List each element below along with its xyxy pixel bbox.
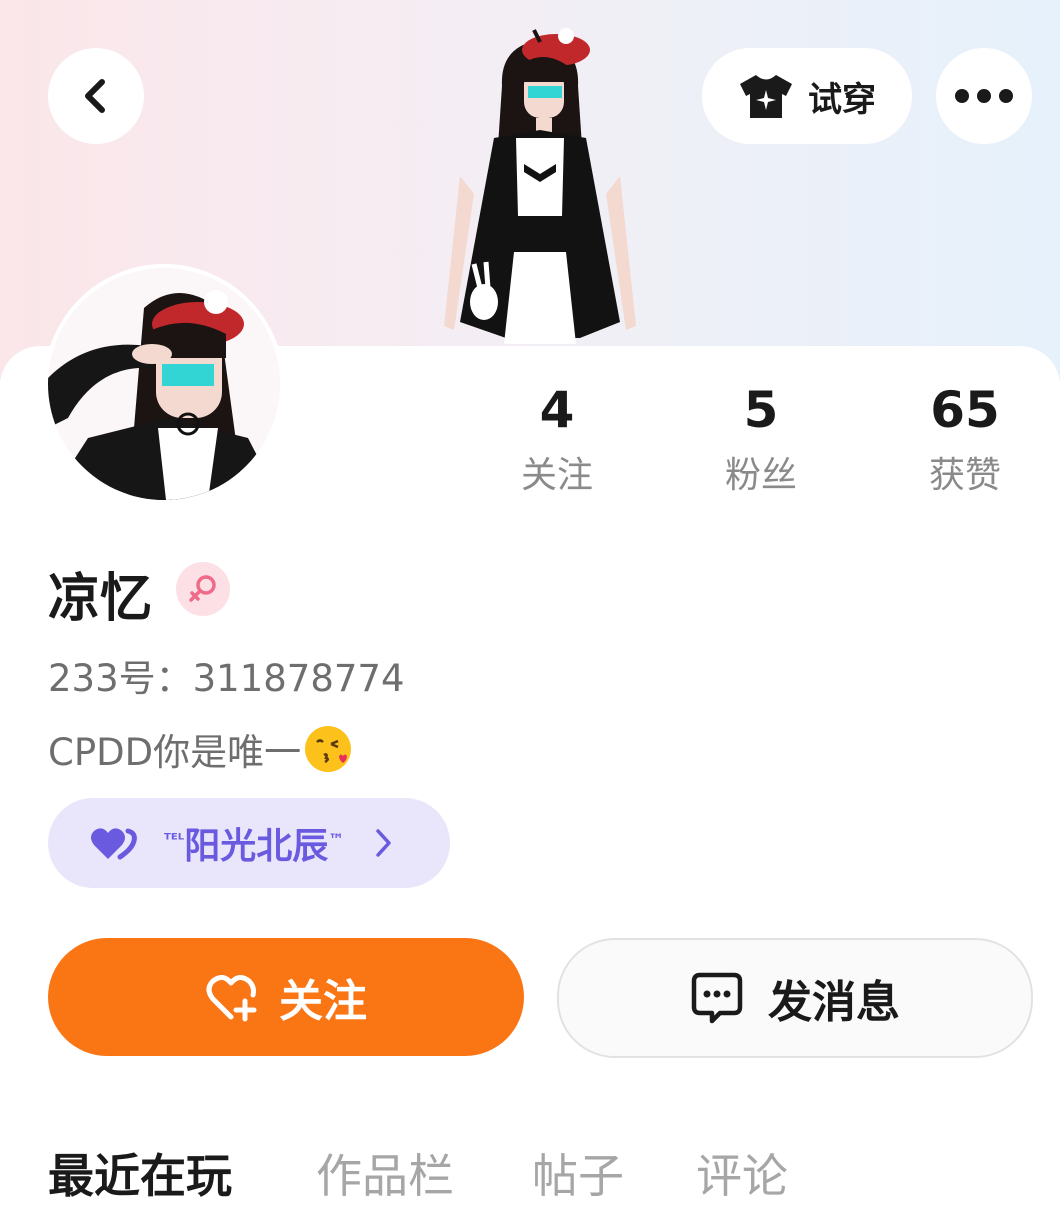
tab-recent-games[interactable]: 最近在玩: [48, 1140, 232, 1206]
follow-button[interactable]: 关注: [48, 938, 524, 1056]
tab-works[interactable]: 作品栏: [316, 1140, 454, 1206]
stat-value: 5: [743, 381, 779, 439]
user-id: 233号：311878774: [48, 657, 405, 700]
cp-name: ᵀᴱᴸ阳光北辰™: [164, 817, 344, 869]
double-heart-icon: [91, 828, 137, 860]
stat-label: 粉丝: [724, 455, 797, 496]
stat-likes[interactable]: 65 获赞: [885, 380, 1045, 498]
cp-suffix: ™: [328, 830, 345, 849]
cp-name-text: 阳光北辰: [184, 826, 329, 867]
message-label: 发消息: [768, 977, 900, 1028]
avatar[interactable]: [48, 268, 280, 500]
tshirt-icon: [740, 75, 792, 118]
user-name: 凉忆: [48, 569, 153, 629]
stat-value: 65: [930, 381, 1000, 439]
cp-relation-badge[interactable]: ᵀᴱᴸ阳光北辰™: [48, 798, 450, 888]
tab-comments[interactable]: 评论: [696, 1140, 788, 1206]
chat-bubble-icon: [691, 972, 743, 1024]
female-symbol-icon: [189, 575, 216, 602]
cp-prefix: ᵀᴱᴸ: [164, 830, 185, 849]
gender-badge: [176, 562, 230, 616]
follow-label: 关注: [279, 976, 367, 1027]
stat-value: 4: [539, 381, 575, 439]
avatar-3d-figure[interactable]: [430, 26, 650, 348]
stat-label: 关注: [520, 455, 593, 496]
heart-plus-icon: [206, 975, 257, 1022]
stat-following[interactable]: 4 关注: [477, 380, 637, 498]
bio-text: CPDD你是唯一: [48, 731, 302, 774]
user-bio: CPDD你是唯一: [48, 722, 352, 776]
avatar-image: [48, 268, 280, 500]
face-blowing-kiss-emoji: [305, 726, 352, 772]
tab-posts[interactable]: 帖子: [532, 1140, 624, 1206]
try-on-label: 试穿: [808, 79, 876, 120]
stat-followers[interactable]: 5 粉丝: [681, 380, 841, 498]
more-button[interactable]: [936, 48, 1032, 144]
message-button[interactable]: 发消息: [557, 938, 1033, 1058]
more-dots-icon: [955, 89, 1013, 103]
stat-label: 获赞: [928, 455, 1001, 496]
back-button[interactable]: [48, 48, 144, 144]
try-on-button[interactable]: 试穿: [702, 48, 912, 144]
chevron-right-icon: [376, 829, 391, 857]
chevron-left-icon: [85, 79, 105, 113]
